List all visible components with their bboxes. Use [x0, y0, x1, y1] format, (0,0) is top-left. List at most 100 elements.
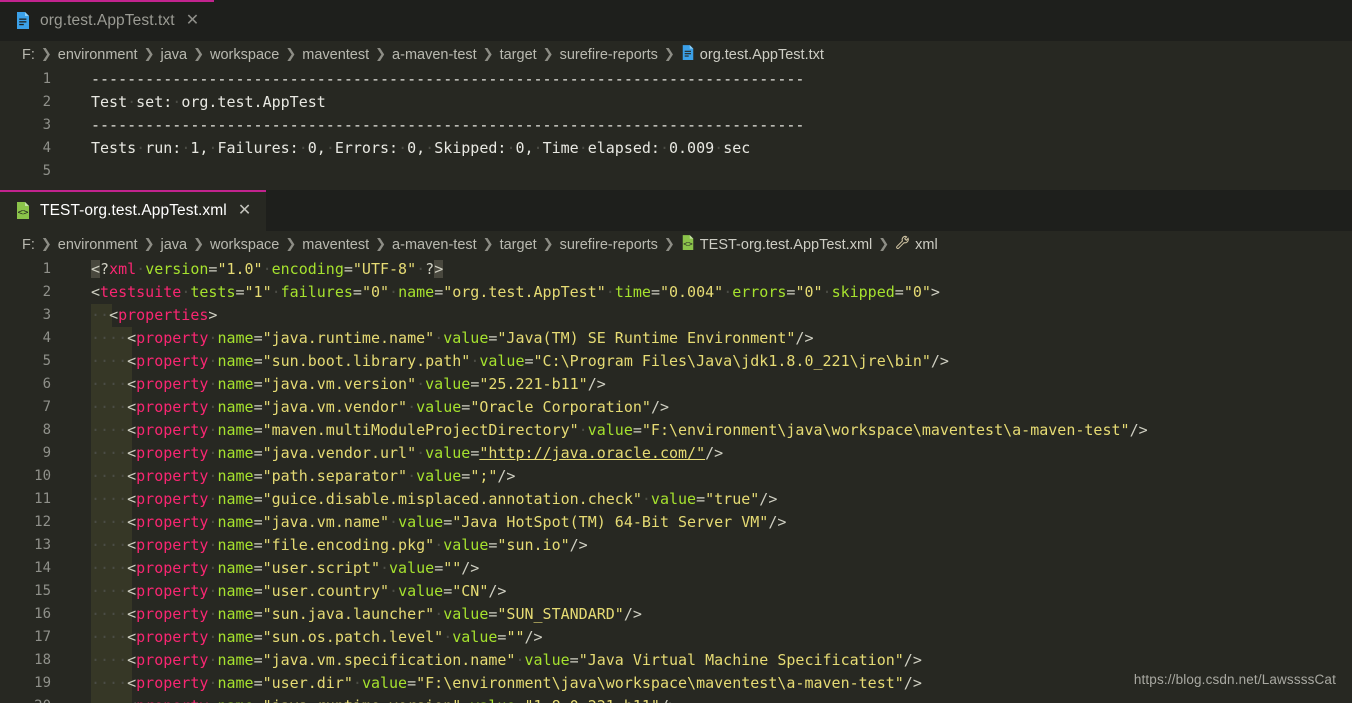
chevron-right-icon: ❯	[40, 237, 52, 252]
breadcrumb-symbol[interactable]: xml	[915, 237, 938, 253]
breadcrumb-item[interactable]: java	[161, 47, 188, 63]
code-line: 12 ····<property·name="java.vm.name"·valu…	[0, 511, 1352, 534]
code-line: 1 ---------------------------------------…	[0, 68, 1352, 91]
chevron-right-icon: ❯	[193, 237, 205, 252]
line-number: 1	[42, 261, 51, 277]
svg-text:<>: <>	[18, 208, 29, 218]
chevron-right-icon: ❯	[285, 47, 297, 62]
code-line: 19 ····<property·name="user.dir"·value="F…	[0, 672, 1352, 695]
breadcrumb-xml: F: ❯ environment ❯ java ❯ workspace ❯ ma…	[0, 231, 1352, 258]
chevron-right-icon: ❯	[542, 237, 554, 252]
tab-test-org-test-apptest-xml[interactable]: <> TEST-org.test.AppTest.xml ✕	[0, 190, 267, 231]
chevron-right-icon: ❯	[143, 47, 155, 62]
line-number: 16	[34, 606, 51, 622]
breadcrumb-item[interactable]: workspace	[210, 47, 279, 63]
line-text: ····<property·name="user.script"·value="…	[91, 559, 480, 577]
line-text: ····<property·name="guice.disable.mispla…	[91, 490, 778, 508]
code-line: 2 <testsuite·tests="1"·failures="0"·name=…	[0, 281, 1352, 304]
line-number: 8	[42, 422, 51, 438]
line-text: ····<property·name="user.country"·value=…	[91, 582, 507, 600]
line-text: ··<properties>	[91, 306, 218, 324]
breadcrumb-file[interactable]: TEST-org.test.AppTest.xml	[700, 237, 872, 253]
code-line: 3 ---------------------------------------…	[0, 114, 1352, 137]
xml-file-icon: <>	[15, 201, 31, 220]
chevron-right-icon: ❯	[663, 47, 675, 62]
line-text: ····<property·name="java.vendor.url"·val…	[91, 444, 724, 462]
line-number: 2	[42, 94, 51, 110]
tab-label: org.test.AppTest.txt	[40, 11, 175, 29]
breadcrumb-item[interactable]: a-maven-test	[392, 47, 477, 63]
wrench-icon	[895, 235, 910, 254]
text-file-icon	[15, 11, 31, 30]
code-content-txt[interactable]: 1 ---------------------------------------…	[0, 68, 1352, 183]
chevron-right-icon: ❯	[143, 237, 155, 252]
breadcrumb-item[interactable]: surefire-reports	[560, 47, 658, 63]
code-line: 10 ····<property·name="path.separator"·va…	[0, 465, 1352, 488]
code-line: 20····<property·name="java.runtime.versi…	[0, 695, 1352, 703]
line-text: ····<property·name="java.runtime.version…	[60, 695, 1352, 703]
line-number: 20	[0, 695, 60, 703]
tab-accent-line	[0, 0, 215, 2]
line-number: 10	[34, 468, 51, 484]
code-line: 18 ····<property·name="java.vm.specificat…	[0, 649, 1352, 672]
line-number: 5	[42, 353, 51, 369]
line-number: 1	[42, 71, 51, 87]
line-number: 3	[42, 117, 51, 133]
close-icon[interactable]: ✕	[236, 201, 253, 221]
code-content-xml[interactable]: 1 <?xml·version="1.0"·encoding="UTF-8"·?>…	[0, 258, 1352, 703]
editor-pane-txt: org.test.AppTest.txt ✕ F: ❯ environment …	[0, 0, 1352, 190]
line-number: 6	[42, 376, 51, 392]
line-number: 12	[34, 514, 51, 530]
breadcrumb-item[interactable]: F:	[22, 237, 35, 253]
line-number: 11	[34, 491, 51, 507]
line-text: ····<property·name="sun.java.launcher"·v…	[91, 605, 642, 623]
code-line: 13 ····<property·name="file.encoding.pkg"…	[0, 534, 1352, 557]
tab-org-test-apptest-txt[interactable]: org.test.AppTest.txt ✕	[0, 0, 215, 41]
breadcrumb-item[interactable]: maventest	[302, 237, 369, 253]
line-text: Tests·run:·1,·Failures:·0,·Errors:·0,·Sk…	[91, 139, 751, 157]
xml-file-icon: <>	[681, 234, 695, 255]
tab-bar-xml: <> TEST-org.test.AppTest.xml ✕	[0, 190, 1352, 231]
breadcrumb-item[interactable]: workspace	[210, 237, 279, 253]
code-line: 6 ····<property·name="java.vm.version"·va…	[0, 373, 1352, 396]
breadcrumb-item[interactable]: environment	[58, 47, 138, 63]
line-number: 7	[42, 399, 51, 415]
breadcrumb-file[interactable]: org.test.AppTest.txt	[700, 47, 824, 63]
code-line: 14 ····<property·name="user.script"·value…	[0, 557, 1352, 580]
breadcrumb-item[interactable]: environment	[58, 237, 138, 253]
chevron-right-icon: ❯	[193, 47, 205, 62]
chevron-right-icon: ❯	[663, 237, 675, 252]
tab-bar-txt: org.test.AppTest.txt ✕	[0, 0, 1352, 41]
code-line: 2 Test·set:·org.test.AppTest	[0, 91, 1352, 114]
line-number: 17	[34, 629, 51, 645]
line-number: 3	[42, 307, 51, 323]
code-line: 3 ··<properties>	[0, 304, 1352, 327]
code-line: 8 ····<property·name="maven.multiModulePr…	[0, 419, 1352, 442]
breadcrumb-item[interactable]: surefire-reports	[560, 237, 658, 253]
chevron-right-icon: ❯	[542, 47, 554, 62]
line-number: 2	[42, 284, 51, 300]
breadcrumb-item[interactable]: F:	[22, 47, 35, 63]
line-number: 13	[34, 537, 51, 553]
breadcrumb-item[interactable]: a-maven-test	[392, 237, 477, 253]
tab-label: TEST-org.test.AppTest.xml	[40, 201, 227, 219]
close-icon[interactable]: ✕	[184, 11, 201, 31]
chevron-right-icon: ❯	[878, 237, 890, 252]
line-text: ----------------------------------------…	[91, 70, 805, 88]
code-line: 17 ····<property·name="sun.os.patch.level…	[0, 626, 1352, 649]
line-text: ····<property·name="java.vm.specificatio…	[91, 651, 922, 669]
code-line: 4 ····<property·name="java.runtime.name"·…	[0, 327, 1352, 350]
breadcrumb-item[interactable]: maventest	[302, 47, 369, 63]
breadcrumb-item[interactable]: target	[500, 237, 537, 253]
chevron-right-icon: ❯	[482, 237, 494, 252]
breadcrumb-txt: F: ❯ environment ❯ java ❯ workspace ❯ ma…	[0, 41, 1352, 68]
line-number: 5	[42, 163, 51, 179]
line-text: Test·set:·org.test.AppTest	[91, 93, 326, 111]
line-number: 9	[42, 445, 51, 461]
breadcrumb-item[interactable]: java	[161, 237, 188, 253]
breadcrumb-item[interactable]: target	[500, 47, 537, 63]
chevron-right-icon: ❯	[285, 237, 297, 252]
chevron-right-icon: ❯	[375, 47, 387, 62]
editor-pane-xml: <> TEST-org.test.AppTest.xml ✕ F: ❯ envi…	[0, 190, 1352, 703]
line-text: ····<property·name="sun.boot.library.pat…	[91, 352, 949, 370]
